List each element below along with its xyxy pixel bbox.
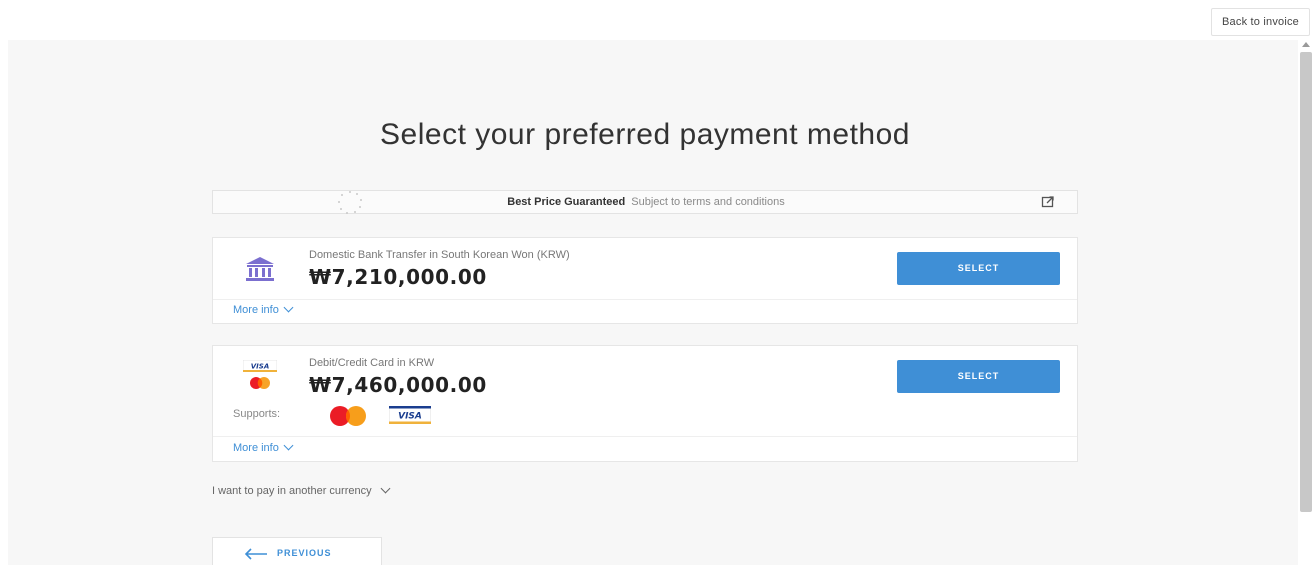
other-currency-label: I want to pay in another currency <box>212 485 372 497</box>
card-divider <box>213 299 1077 300</box>
previous-label: PREVIOUS <box>277 548 332 558</box>
more-info-toggle[interactable]: More info <box>233 440 294 454</box>
other-currency-toggle[interactable]: I want to pay in another currency <box>212 483 391 497</box>
chevron-down-icon <box>283 440 294 451</box>
previous-button[interactable]: PREVIOUS <box>212 537 382 565</box>
scrollbar[interactable] <box>1298 40 1314 565</box>
bank-icon <box>246 257 274 281</box>
mastercard-icon <box>250 377 270 389</box>
method-title: Domestic Bank Transfer in South Korean W… <box>309 249 570 261</box>
select-bank-transfer-button[interactable]: SELECT <box>897 252 1060 285</box>
select-card-button[interactable]: SELECT <box>897 360 1060 393</box>
visa-logo-icon: VISA <box>389 406 431 424</box>
mastercard-logo-icon <box>330 406 366 426</box>
more-info-label: More info <box>233 442 279 454</box>
best-price-text: Best Price Guaranteed Subject to terms an… <box>213 196 1079 208</box>
card-divider <box>213 436 1077 437</box>
svg-text:VISA: VISA <box>251 363 269 371</box>
payment-method-card: VISA Debit/Credit Card in KRW ₩7,460,000… <box>212 345 1078 462</box>
back-to-invoice-button[interactable]: Back to invoice <box>1211 8 1310 36</box>
arrow-left-icon <box>244 548 267 560</box>
scroll-thumb[interactable] <box>1300 52 1312 512</box>
visa-icon: VISA <box>243 360 277 372</box>
best-price-title: Best Price Guaranteed <box>507 196 626 208</box>
chevron-down-icon <box>283 302 294 313</box>
chevron-down-icon <box>380 483 391 494</box>
top-bar: Back to invoice <box>0 0 1314 40</box>
scroll-up-icon[interactable] <box>1302 42 1310 47</box>
payment-method-bank-transfer: Domestic Bank Transfer in South Korean W… <box>212 237 1078 324</box>
svg-text:VISA: VISA <box>398 412 422 422</box>
best-price-subtext: Subject to terms and conditions <box>631 196 785 208</box>
more-info-toggle[interactable]: More info <box>233 302 294 316</box>
best-price-banner: Best Price Guaranteed Subject to terms an… <box>212 190 1078 214</box>
supports-label: Supports: <box>233 408 281 420</box>
method-amount: ₩7,210,000.00 <box>309 265 487 289</box>
page-title: Select your preferred payment method <box>380 118 910 151</box>
method-amount: ₩7,460,000.00 <box>309 373 487 397</box>
method-title: Debit/Credit Card in KRW <box>309 357 435 369</box>
external-link-icon[interactable] <box>1041 195 1055 209</box>
more-info-label: More info <box>233 304 279 316</box>
